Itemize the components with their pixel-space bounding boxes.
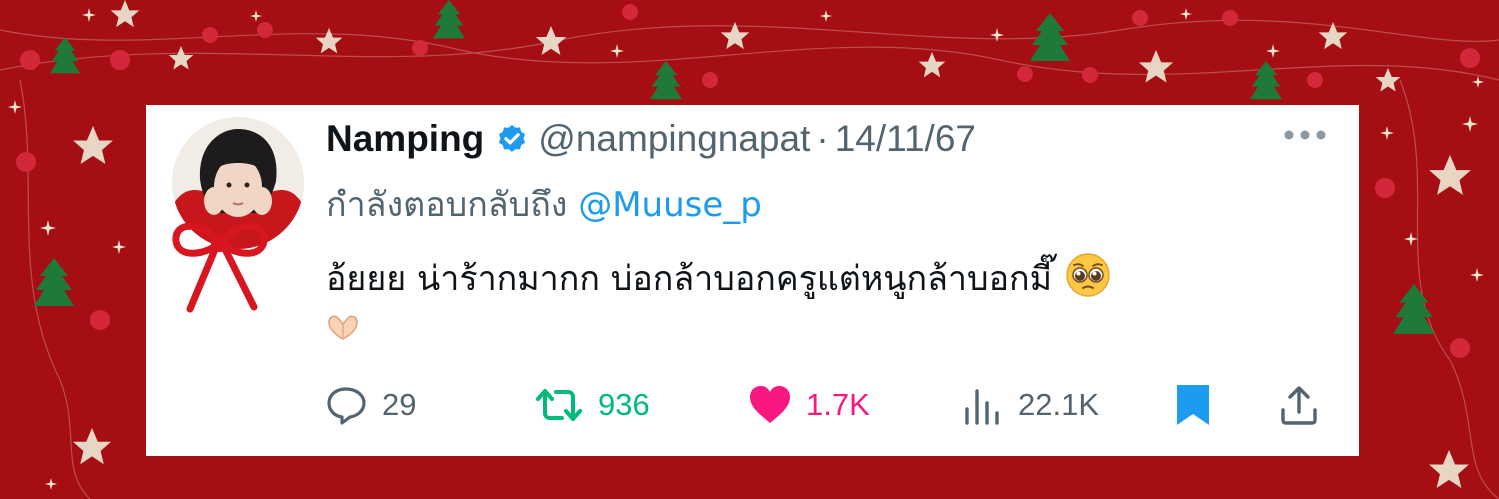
tweet-header: Namping @nampingnapat · 14/11/67 [326, 115, 976, 163]
like-count: 1.7K [806, 387, 870, 422]
pleading-face-emoji-icon [1066, 253, 1110, 297]
retweet-button[interactable]: 936 [534, 382, 650, 428]
views-button[interactable]: 22.1K [962, 382, 1099, 428]
views-chart-icon [965, 389, 999, 425]
user-handle[interactable]: @nampingnapat [538, 118, 810, 160]
tweet-card[interactable]: Namping @nampingnapat · 14/11/67 กำลังตอ… [146, 105, 1359, 456]
separator-dot: · [816, 118, 829, 159]
reply-count: 29 [382, 387, 417, 422]
retweet-icon [536, 389, 582, 421]
more-options-icon[interactable] [1282, 127, 1328, 143]
display-name[interactable]: Namping [326, 118, 484, 160]
like-button[interactable]: 1.7K [748, 382, 870, 428]
tweet-text: อ้ยยย น่าร้ากมากก บ่อกล้าบอกครูแต่หนูกล้… [326, 251, 1111, 305]
share-icon [1281, 386, 1317, 425]
ribbon-bow-icon [172, 222, 268, 313]
tweet-text-content: อ้ยยย น่าร้ากมากก บ่อกล้าบอกครูแต่หนูกล้… [326, 259, 1053, 299]
bookmark-button[interactable] [1174, 382, 1212, 428]
tweet-date[interactable]: 14/11/67 [835, 118, 976, 160]
reply-icon [327, 387, 366, 425]
reply-button[interactable]: 29 [326, 382, 416, 428]
replying-to-mention[interactable]: @Muuse_p [578, 185, 762, 225]
view-count: 22.1K [1018, 387, 1100, 422]
share-button[interactable] [1278, 382, 1320, 428]
replying-to: กำลังตอบกลับถึง @Muuse_p [326, 177, 762, 231]
heart-icon [750, 386, 790, 423]
heart-hands-emoji-icon [328, 315, 358, 340]
replying-to-label: กำลังตอบกลับถึง [326, 185, 568, 225]
verified-badge-icon [499, 125, 526, 152]
retweet-count: 936 [598, 387, 650, 422]
tweet-actions: 29 936 1.7K 22.1K [326, 382, 1326, 428]
bookmark-icon [1177, 385, 1209, 425]
